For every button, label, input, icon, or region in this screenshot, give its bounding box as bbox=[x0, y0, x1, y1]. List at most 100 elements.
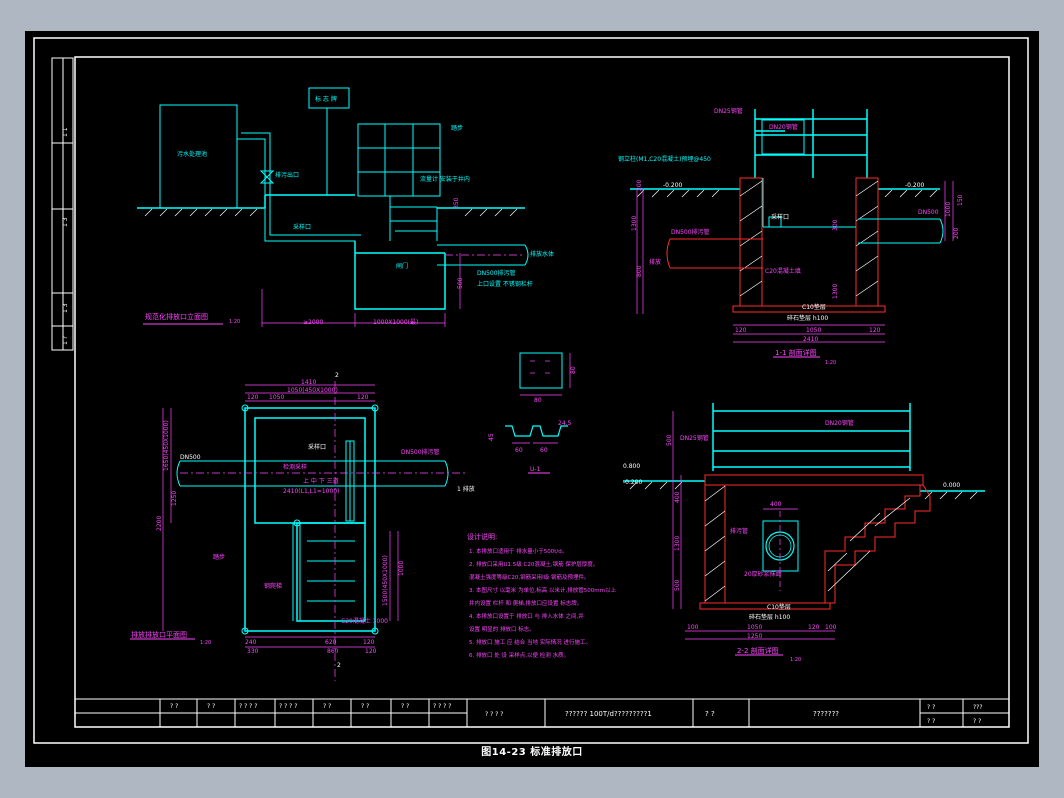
sampling-label: 采样口 bbox=[293, 223, 311, 231]
section1-dim-b-2: 1050 bbox=[806, 327, 821, 334]
tb-right-c: ? ? bbox=[927, 718, 935, 725]
tb-cell-1: ? ? bbox=[170, 703, 178, 710]
section1-dim-b-4: 2410 bbox=[803, 336, 818, 343]
dim-min-depth: ≥2000 bbox=[303, 319, 323, 326]
section1-sample-label: 采样口 bbox=[771, 213, 789, 221]
tb-project: ?????? 100T/d?????????1 bbox=[565, 710, 652, 718]
section1-dim-r-3: 1000 bbox=[945, 202, 952, 217]
valve-label: 闸门 bbox=[396, 262, 408, 270]
plan-pipe-label: DN500 bbox=[180, 454, 201, 461]
plan-dim-b-4: 330 bbox=[247, 648, 259, 655]
section1-dim-r-4: 200 bbox=[953, 227, 960, 239]
sidebar-label-3: 1 3 bbox=[62, 303, 69, 313]
tb-stamp: ? ? ? ? bbox=[485, 711, 503, 718]
section1-water-label: 排放 bbox=[649, 258, 661, 266]
plan-scale: 1:20 bbox=[200, 640, 211, 646]
elevation-scale: 1:20 bbox=[229, 319, 240, 325]
plan-mark-top: 2 bbox=[335, 372, 339, 379]
plan-dim-t-2: 120 bbox=[247, 394, 259, 401]
plan-elev-label: C20混凝土 3000 bbox=[341, 617, 388, 625]
section1-hole-label: C20混凝土填 bbox=[765, 267, 801, 275]
section2-rail-label2: DN25钢管 bbox=[680, 434, 709, 442]
outlet-label: 排污出口 bbox=[275, 171, 299, 179]
plan-dim-b-1: 240 bbox=[245, 639, 257, 646]
detail-dim-3: 60 bbox=[515, 447, 523, 454]
sign-label: 标 志 牌 bbox=[315, 95, 337, 103]
detail-dim-1: 80 bbox=[534, 397, 542, 404]
tb-cell-7: ? ? bbox=[401, 703, 409, 710]
notes-title: 设计说明: bbox=[467, 532, 497, 541]
section1-dim-r-1: 300 bbox=[832, 219, 839, 231]
plan-dim-t-3: 1050 bbox=[269, 394, 284, 401]
section1-pipe-label-right: DN500 bbox=[918, 209, 939, 216]
pipe-label: DN500排污管 bbox=[477, 269, 516, 277]
plan-dim-b-2: 620 bbox=[325, 639, 337, 646]
section2-title: 2-2 剖面详图 bbox=[737, 646, 779, 655]
section2-dim-b-2: 1050 bbox=[747, 624, 762, 631]
section2-dim-l-4: 500 bbox=[674, 579, 681, 591]
notes-line-3: 混凝土强度等级C20,钢筋采用I级 钢筋及预埋件。 bbox=[469, 573, 589, 581]
section1-base-detail: 碎石垫层 h100 bbox=[787, 314, 828, 322]
sidebar-label-2: 1 3 bbox=[62, 217, 69, 227]
section2-elev-left2: -0.200 bbox=[623, 479, 643, 486]
dim-500: 500 bbox=[457, 277, 464, 289]
plan-ladder-label: 钢爬梯 bbox=[264, 582, 282, 590]
elevation-view: 污水处理池 排污出口 采样口 标 志 牌 踏步 流量计 安装于井内 闸门 DN5… bbox=[137, 87, 554, 327]
section1-dim-l-3: 1300 bbox=[631, 216, 638, 231]
section1-top-note: 钢立柱(M1,C20混凝土)预埋@450 bbox=[618, 155, 711, 163]
section2-fill-label: 20厚砂浆抹面 bbox=[744, 570, 782, 578]
sidebar-label-4: 1 ? bbox=[62, 336, 69, 345]
u-detail: 80 80 60 60 24.5 45 U-1 bbox=[488, 352, 577, 474]
section-2-2: DN20钢管 DN25钢管 0.800 -0.200 0.000 排污管 20厚… bbox=[623, 403, 985, 663]
plan-dim-b-3: 120 bbox=[363, 639, 375, 646]
plan-title: 排放排放口平面图 bbox=[131, 630, 187, 639]
detail-dim-2: 80 bbox=[570, 366, 577, 374]
section2-dim-l-1: 500 bbox=[666, 434, 673, 446]
plan-pipe-right-label: DN500排污管 bbox=[401, 448, 440, 456]
plan-stair-label: 踏步 bbox=[213, 553, 225, 561]
section2-dim-l-2: 400 bbox=[674, 491, 681, 503]
section1-rail-label2: DN20钢管 bbox=[769, 123, 798, 131]
tb-right-a: ? ? bbox=[927, 704, 935, 711]
notes-line-4: 3. 本图尺寸 以毫米 为单位,标高 以米计,排放管500mm以上 bbox=[469, 586, 616, 594]
notes-line-1: 1. 本排放口适用于 排水量小于500t/d。 bbox=[469, 547, 567, 555]
dim-well-size: 1000X1000(最) bbox=[373, 319, 418, 326]
wall-note: 上口设置 不锈钢栏杆 bbox=[477, 280, 533, 288]
plan-dim-t-5: 1050(450X1000) bbox=[287, 387, 338, 394]
plan-dim-r-1: 1500(450X1000) bbox=[382, 555, 389, 606]
section1-dim-b-3: 120 bbox=[869, 327, 881, 334]
detail-label: U-1 bbox=[530, 466, 541, 473]
sidebar-label-1: 1 1 bbox=[62, 127, 69, 137]
tb-cell-5: ? ? bbox=[323, 703, 331, 710]
plan-rail-spec: 2410(L1,L1=1000) bbox=[283, 488, 339, 495]
plan-dir-label: 1 排放 bbox=[457, 485, 475, 493]
tb-right-d: ? ? bbox=[973, 718, 981, 725]
tb-cell-4: ? ? ? ? bbox=[279, 703, 297, 710]
section1-dim-l-1: 200 bbox=[636, 179, 643, 191]
pipe-dir: 排放水体 bbox=[530, 250, 554, 258]
facility-label: 污水处理池 bbox=[177, 150, 207, 158]
drawing-caption: 图14-23 标准排放口 bbox=[481, 747, 583, 758]
section2-elev-right: 0.000 bbox=[943, 482, 960, 489]
plan-dim-l-1: 1650(450X1000) bbox=[163, 420, 170, 471]
plan-dim-l-3: 2200 bbox=[156, 516, 163, 531]
section1-rail-label: DN25钢管 bbox=[714, 107, 743, 115]
notes-line-9: 6. 排放口 处 设 采样点,以便 检测 水质。 bbox=[469, 651, 569, 659]
notes-line-5: 井内设置 栏杆 和 爬梯,排放口应设置 标志牌。 bbox=[469, 599, 582, 607]
section1-dim-r-2: 1300 bbox=[832, 284, 839, 299]
section1-dim-l-2: 800 bbox=[636, 265, 643, 277]
section2-dim-b-4: 1250 bbox=[747, 633, 762, 640]
notes-line-6: 4. 本排放口设置于 排放口 与 排入水体 之间,并 bbox=[469, 612, 584, 620]
section2-dim-l-3: 1300 bbox=[674, 536, 681, 551]
plan-dim-r-2: 1000 bbox=[398, 561, 405, 576]
plan-dim-b-5: 860 bbox=[327, 648, 339, 655]
section1-dim-b-1: 120 bbox=[735, 327, 747, 334]
plan-inlet-label: 检测采样 bbox=[283, 463, 307, 471]
design-notes: 设计说明: 1. 本排放口适用于 排水量小于500t/d。 2. 排放口采用U1… bbox=[467, 532, 616, 659]
section2-pipe-label: 排污管 bbox=[730, 527, 748, 535]
section2-base-detail: 碎石垫层 h100 bbox=[749, 613, 790, 621]
section2-dim-b-3: 120 bbox=[808, 624, 820, 631]
section-1-1: DN25钢管 DN20钢管 钢立柱(M1,C20混凝土)预埋@450 -0.20… bbox=[618, 107, 964, 366]
tb-drawing-name: ??????? bbox=[813, 710, 839, 718]
tb-cell-8: ? ? ? ? bbox=[433, 703, 451, 710]
